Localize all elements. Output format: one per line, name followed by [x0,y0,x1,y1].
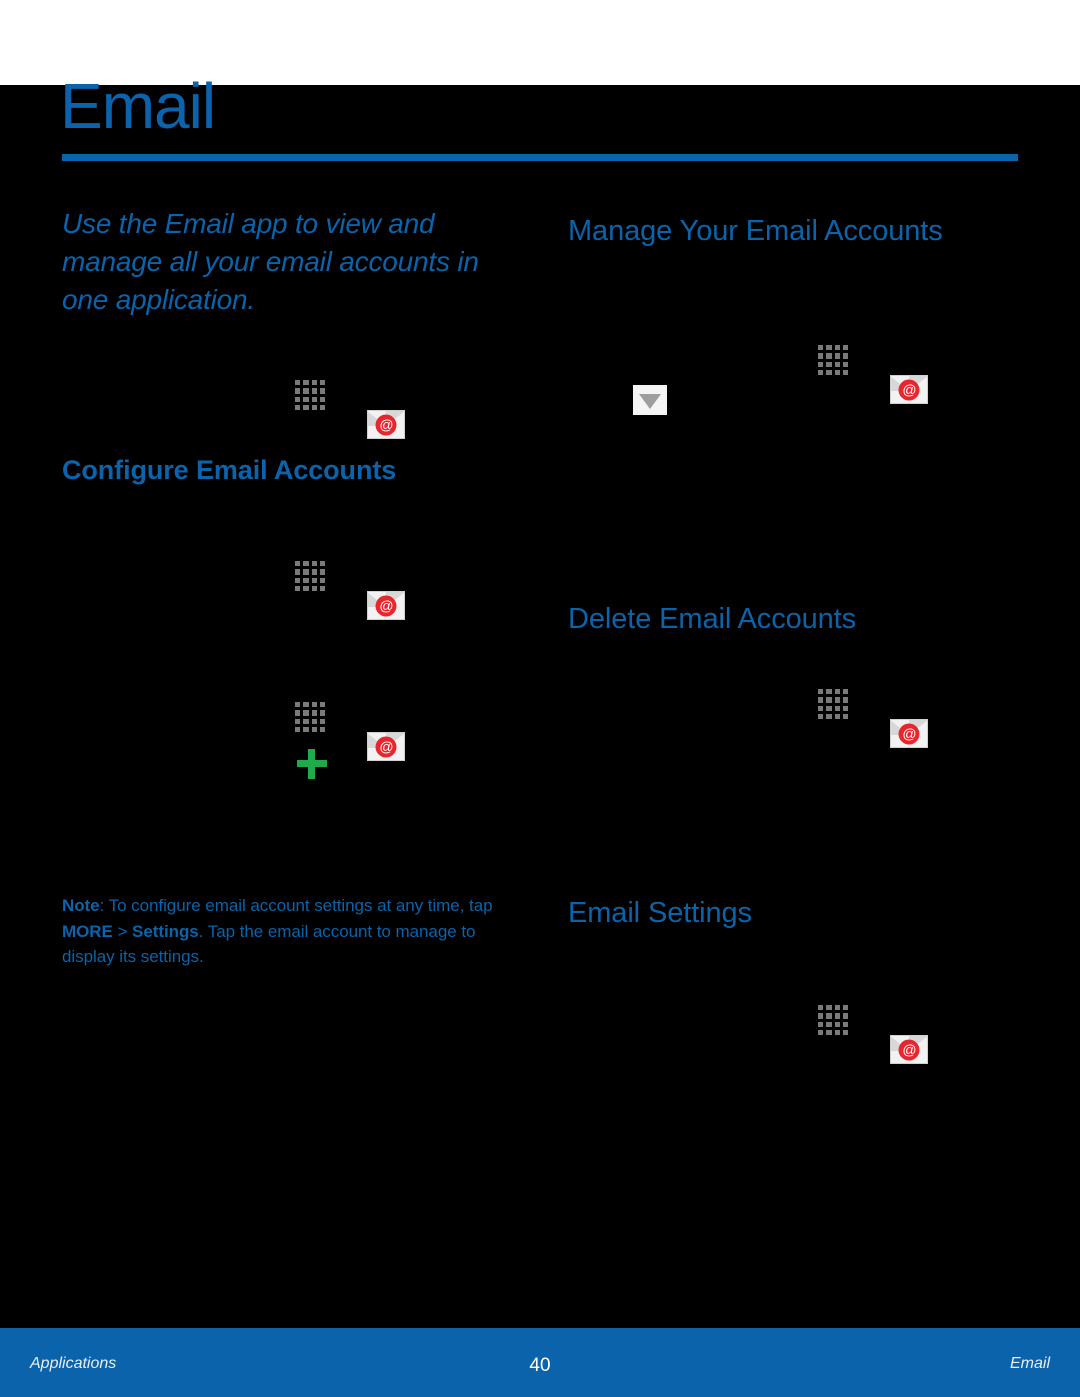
apps-grid-icon[interactable] [818,689,848,719]
note-colon: : [99,896,109,915]
email-envelope-icon[interactable]: @ [367,591,406,620]
footer-chapter-label: Email [1009,1355,1050,1372]
page-footer: Applications 40 Email [0,1328,1080,1397]
heading-manage-your-email-accounts: Manage Your Email Accounts [568,215,943,247]
note-separator: > [112,921,133,941]
note-text-part-1: To configure email account settings at a… [108,896,493,915]
plus-add-icon[interactable] [297,749,327,779]
intro-paragraph: Use the Email app to view and manage all… [62,208,479,316]
icon-row-intro: @ [295,380,406,439]
note-settings-keyword: Settings [132,921,199,941]
apps-grid-icon[interactable] [295,380,325,410]
icon-row-settings: @ [818,1005,929,1064]
icon-row-delete: @ [818,689,929,748]
email-envelope-icon[interactable]: @ [890,375,929,404]
icon-row-account-dropdown [633,385,667,415]
icon-row-plus [297,749,327,779]
email-envelope-icon[interactable]: @ [890,719,929,748]
manual-page: Email Use the Email app to view and mana… [0,0,1080,1397]
at-symbol-badge: @ [898,1039,920,1060]
apps-grid-icon[interactable] [295,702,325,732]
heading-email-settings: Email Settings [568,897,752,929]
heading-delete-email-accounts: Delete Email Accounts [568,603,857,635]
email-envelope-icon[interactable]: @ [367,410,406,439]
at-symbol-badge: @ [375,414,397,435]
dropdown-chevron-icon[interactable] [633,385,667,415]
email-envelope-icon[interactable]: @ [367,732,406,761]
page-title: Email [60,70,216,142]
title-divider [62,154,1018,161]
heading-configure-email-accounts: Configure Email Accounts [62,455,397,485]
note-block: Note: To configure email account setting… [62,893,522,970]
apps-grid-icon[interactable] [295,561,325,591]
left-column: Use the Email app to view and manage all… [62,205,532,966]
apps-grid-icon[interactable] [818,1005,848,1035]
note-more-keyword: MORE [62,921,113,941]
at-symbol-badge: @ [375,736,397,757]
icon-row-configure: @ [295,561,406,620]
email-envelope-icon[interactable]: @ [890,1035,929,1064]
at-symbol-badge: @ [375,595,397,616]
apps-grid-icon[interactable] [818,345,848,375]
at-symbol-badge: @ [898,723,920,744]
at-symbol-badge: @ [898,379,920,400]
icon-row-manage: @ [818,345,929,404]
footer-page-number: 40 [529,1355,551,1376]
note-label: Note [62,896,100,915]
